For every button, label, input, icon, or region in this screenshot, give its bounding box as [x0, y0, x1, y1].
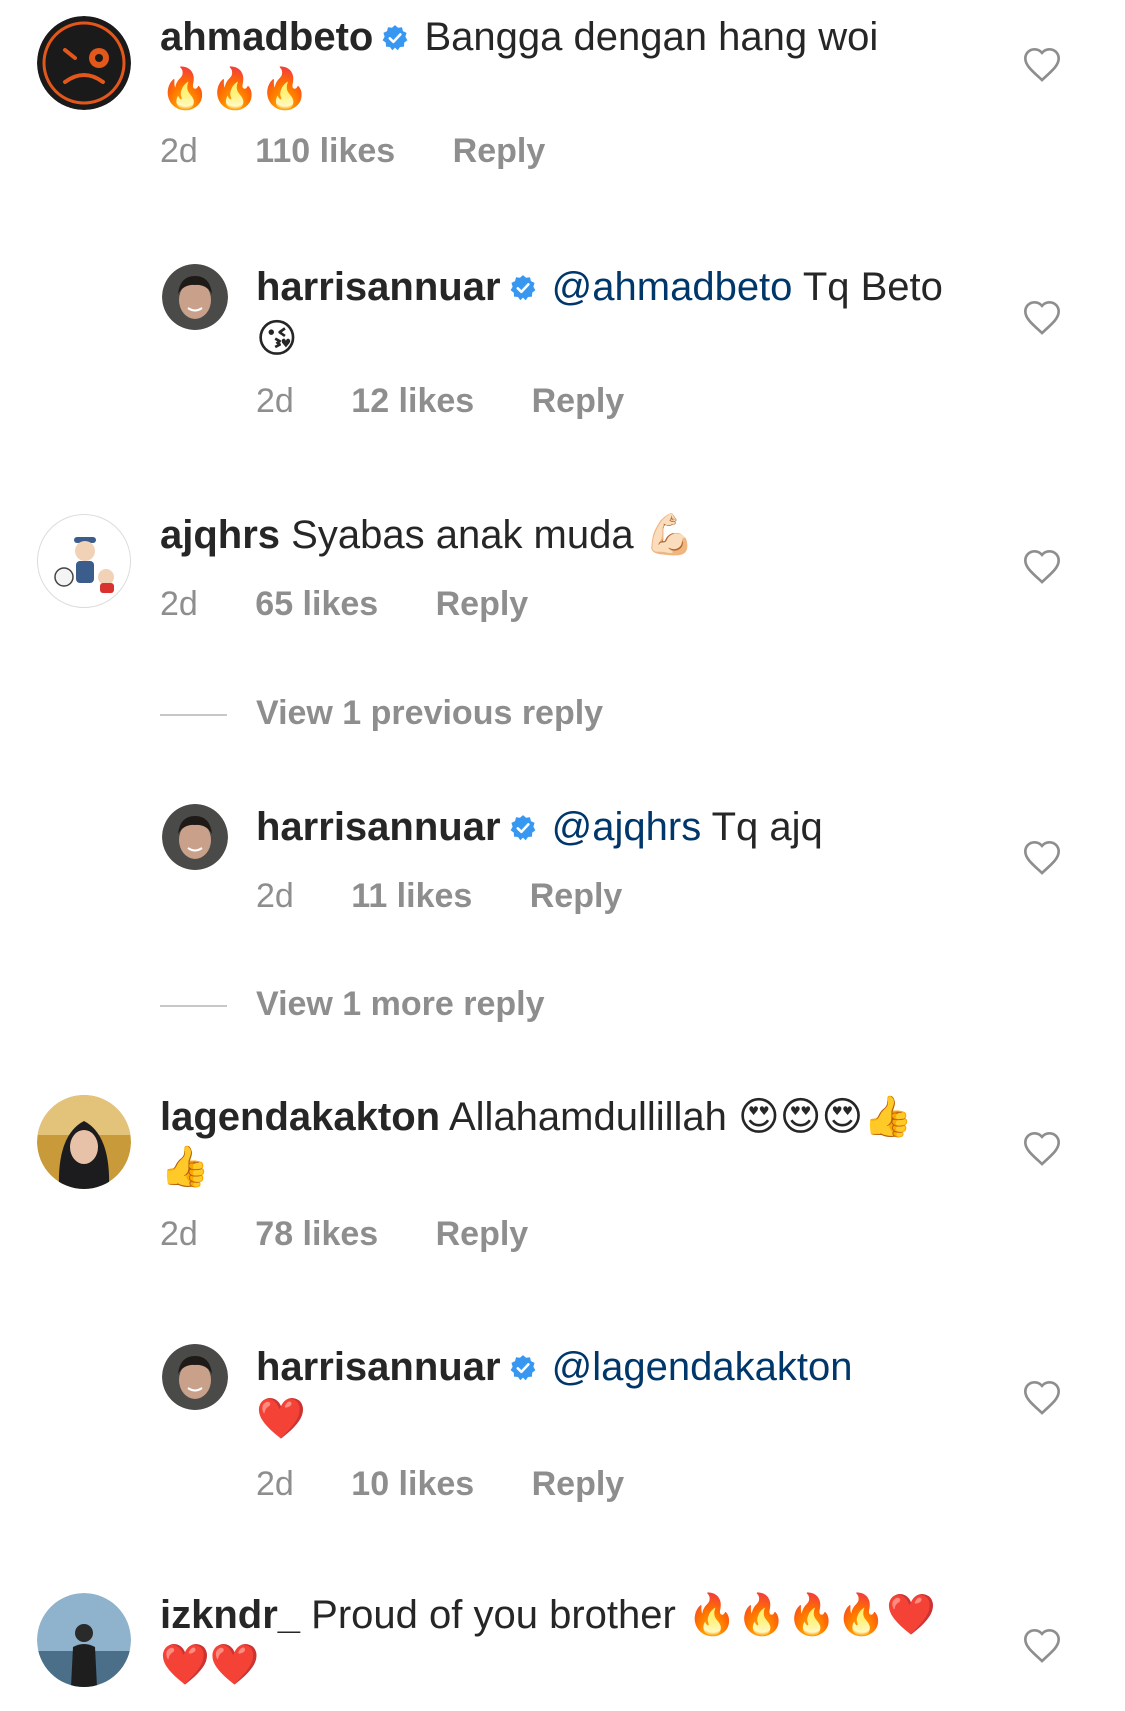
verified-badge-icon	[381, 14, 409, 64]
username[interactable]: harrisannuar	[256, 265, 501, 309]
like-heart-icon[interactable]	[1022, 298, 1062, 338]
divider-line	[160, 714, 227, 717]
likes-count[interactable]: 110 likes	[255, 132, 395, 171]
reply-button[interactable]: Reply	[530, 877, 623, 916]
timestamp: 2d	[160, 1215, 198, 1253]
reply-button[interactable]: Reply	[453, 132, 546, 171]
comment-body: Tq Beto	[802, 265, 943, 309]
reply-button[interactable]: Reply	[532, 1465, 625, 1504]
reply-button[interactable]: Reply	[532, 382, 625, 421]
view-previous-reply-link[interactable]: View 1 previous reply	[256, 694, 603, 732]
avatar-izkndr[interactable]	[37, 1593, 131, 1687]
avatar-harrisannuar[interactable]	[162, 264, 228, 330]
reply-button[interactable]: Reply	[436, 1215, 529, 1254]
comment-meta: 2d 12 likes Reply	[256, 382, 624, 421]
avatar-ahmadbeto[interactable]	[37, 16, 131, 110]
timestamp: 2d	[256, 877, 294, 915]
comment-meta: 2d 78 likes Reply	[160, 1215, 528, 1254]
comment-body: Bangga dengan hang woi	[424, 15, 879, 59]
likes-count[interactable]: 65 likes	[255, 585, 378, 624]
timestamp: 2d	[256, 1465, 294, 1503]
comment-meta: 2d 10 likes Reply	[256, 1465, 624, 1504]
comment-meta: 2d 11 likes Reply	[256, 877, 622, 916]
timestamp: 2d	[160, 585, 198, 623]
avatar-photo-icon	[162, 264, 228, 330]
like-heart-icon[interactable]	[1022, 1129, 1062, 1169]
like-heart-icon[interactable]	[1022, 838, 1062, 878]
avatar-harrisannuar[interactable]	[162, 1344, 228, 1410]
view-more-replies: View 1 more reply	[160, 985, 545, 1024]
like-heart-icon[interactable]	[1022, 547, 1062, 587]
likes-count[interactable]: 10 likes	[351, 1465, 474, 1504]
timestamp: 2d	[256, 382, 294, 420]
emoji-kiss-icon: 😘	[256, 316, 298, 362]
avatar-ajqhrs[interactable]	[37, 514, 131, 608]
emoji-muscle-icon: 💪🏻	[644, 512, 695, 558]
username[interactable]: harrisannuar	[256, 805, 501, 849]
view-more-reply-link[interactable]: View 1 more reply	[256, 985, 545, 1023]
comment-text: ajqhrs Syabas anak muda 💪🏻	[160, 510, 960, 560]
comment-text: lagendakakton Allahamdullillah 😍😍😍👍👍	[160, 1092, 960, 1192]
avatar-lagendakakton[interactable]	[37, 1095, 131, 1189]
comment-body: Tq ajq	[711, 805, 823, 849]
username[interactable]: ahmadbeto	[160, 15, 373, 59]
divider-line	[160, 1005, 227, 1008]
username[interactable]: ajqhrs	[160, 513, 280, 557]
comment-text: harrisannuar @ajqhrs Tq ajq	[256, 802, 956, 854]
comment-text: izkndr_ Proud of you brother 🔥🔥🔥🔥❤️❤️❤️	[160, 1590, 960, 1690]
comment-meta: 2d 110 likes Reply	[160, 132, 545, 171]
username[interactable]: harrisannuar	[256, 1345, 501, 1389]
mention-link[interactable]: @ajqhrs	[552, 805, 702, 849]
view-previous-replies: View 1 previous reply	[160, 694, 603, 733]
mention-link[interactable]: @lagendakakton	[552, 1345, 853, 1389]
avatar-cartoon-icon	[38, 515, 130, 607]
avatar-orange-face-icon	[37, 16, 131, 110]
verified-badge-icon	[509, 264, 537, 314]
comment-text: harrisannuar @lagendakakton ❤️	[256, 1342, 956, 1444]
emoji-red-heart-icon: ❤️	[256, 1396, 306, 1442]
likes-count[interactable]: 12 likes	[351, 382, 474, 421]
username[interactable]: lagendakakton	[160, 1095, 440, 1139]
comment-body: Proud of you brother	[311, 1593, 676, 1637]
reply-button[interactable]: Reply	[436, 585, 529, 624]
comment-body: Syabas anak muda	[291, 513, 634, 557]
avatar-photo-icon	[162, 1344, 228, 1410]
like-heart-icon[interactable]	[1022, 1626, 1062, 1666]
mention-link[interactable]: @ahmadbeto	[552, 265, 793, 309]
verified-badge-icon	[509, 1344, 537, 1394]
comment-text: harrisannuar @ahmadbeto Tq Beto 😘	[256, 262, 956, 364]
comment-text: ahmadbeto Bangga dengan hang woi 🔥🔥🔥	[160, 12, 960, 114]
timestamp: 2d	[160, 132, 198, 170]
emoji-fire-icon: 🔥🔥🔥	[160, 66, 310, 112]
comment-body: Allahamdullillah	[448, 1095, 727, 1139]
like-heart-icon[interactable]	[1022, 45, 1062, 85]
avatar-photo-icon	[162, 804, 228, 870]
avatar-harrisannuar[interactable]	[162, 804, 228, 870]
avatar-photo-icon	[37, 1593, 131, 1687]
username[interactable]: izkndr_	[160, 1593, 300, 1637]
like-heart-icon[interactable]	[1022, 1378, 1062, 1418]
avatar-photo-icon	[37, 1095, 131, 1189]
comment-meta: 2d 65 likes Reply	[160, 585, 528, 624]
verified-badge-icon	[509, 804, 537, 854]
likes-count[interactable]: 78 likes	[255, 1215, 378, 1254]
likes-count[interactable]: 11 likes	[351, 877, 472, 916]
